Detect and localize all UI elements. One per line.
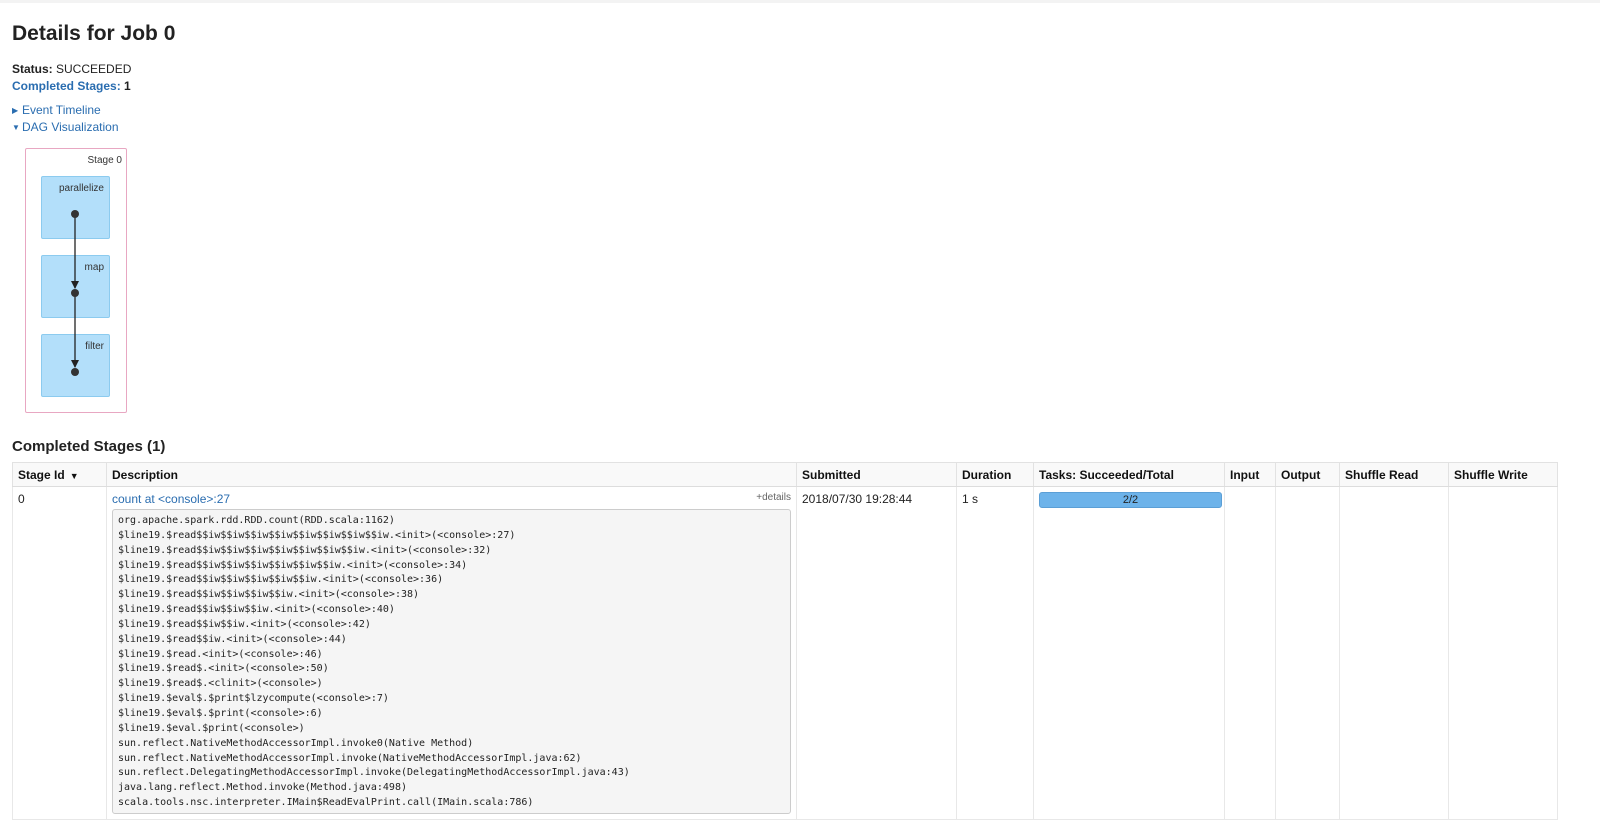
completed-stages-summary: Completed Stages: 1	[12, 79, 131, 93]
details-toggle-link[interactable]: +details	[756, 492, 791, 503]
stack-trace-line: $line19.$eval.$print(<console>)	[118, 722, 305, 734]
col-header-label: Stage Id	[18, 467, 65, 482]
caret-right-icon: ▶	[12, 106, 19, 115]
event-timeline-label: Event Timeline	[22, 103, 101, 117]
dag-point	[71, 210, 79, 218]
dag-visualization-label: DAG Visualization	[22, 120, 119, 134]
completed-stages-link[interactable]: Completed Stages:	[12, 79, 121, 93]
cell-tasks: 2/2	[1033, 486, 1225, 820]
sort-down-icon: ▼	[69, 470, 79, 481]
col-header-shuffle-write[interactable]: Shuffle Write	[1448, 462, 1558, 487]
stack-trace-line: scala.tools.nsc.interpreter.IMain$ReadEv…	[118, 797, 534, 809]
stack-trace-line: $line19.$eval$.$print$lzycompute(<consol…	[118, 693, 389, 705]
job-status: Status: SUCCEEDED	[12, 62, 131, 76]
stack-trace-line: $line19.$read$.<clinit>(<console>)	[118, 678, 323, 690]
stack-trace-box: org.apache.spark.rdd.RDD.count(RDD.scala…	[112, 509, 791, 814]
caret-down-icon: ▼	[12, 123, 20, 132]
cell-duration: 1 s	[956, 486, 1034, 820]
cell-description: count at <console>:27 +details org.apach…	[106, 486, 797, 820]
col-header-shuffle-read[interactable]: Shuffle Read	[1339, 462, 1449, 487]
cell-shuffle-read	[1339, 486, 1449, 820]
tasks-progress-bar: 2/2	[1039, 492, 1222, 508]
col-header-output[interactable]: Output	[1275, 462, 1340, 487]
stack-trace-line: $line19.$read$$iw$$iw$$iw.<init>(<consol…	[118, 604, 395, 616]
col-header-input[interactable]: Input	[1224, 462, 1276, 487]
status-value: SUCCEEDED	[56, 62, 132, 76]
cell-output	[1275, 486, 1340, 820]
dag-edges	[71, 210, 79, 376]
col-header-description[interactable]: Description	[106, 462, 797, 487]
page-title: Details for Job 0	[12, 22, 176, 45]
cell-input	[1224, 486, 1276, 820]
stack-trace-line: $line19.$read$$iw$$iw.<init>(<console>:4…	[118, 618, 371, 630]
stack-trace-line: $line19.$read.<init>(<console>:46)	[118, 648, 323, 660]
status-label: Status:	[12, 62, 53, 76]
stack-trace-line: sun.reflect.DelegatingMethodAccessorImpl…	[118, 767, 630, 779]
stack-trace-line: $line19.$read$$iw$$iw$$iw$$iw$$iw$$iw.<i…	[118, 559, 468, 571]
completed-stages-table: Stage Id ▼ Description Submitted Duration…	[12, 462, 1558, 820]
cell-shuffle-write	[1448, 486, 1558, 820]
event-timeline-toggle[interactable]: ▶ Event Timeline	[12, 103, 101, 117]
col-header-stage-id[interactable]: Stage Id ▼	[12, 462, 107, 487]
completed-stages-table-wrapper: Stage Id ▼ Description Submitted Duration…	[12, 462, 1558, 820]
stack-trace-line: org.apache.spark.rdd.RDD.count(RDD.scala…	[118, 515, 395, 526]
col-header-duration[interactable]: Duration	[956, 462, 1034, 487]
completed-stages-heading: Completed Stages (1)	[12, 438, 166, 455]
stage-description-link[interactable]: count at <console>:27	[112, 492, 230, 506]
table-row: 0 count at <console>:27 +details org.apa…	[12, 486, 1558, 820]
col-header-submitted[interactable]: Submitted	[796, 462, 957, 487]
stack-trace-line: $line19.$read$$iw$$iw$$iw$$iw.<init>(<co…	[118, 589, 420, 601]
dag-point	[71, 368, 79, 376]
stack-trace-line: java.lang.reflect.Method.invoke(Method.j…	[118, 782, 407, 794]
stack-trace-line: sun.reflect.NativeMethodAccessorImpl.inv…	[118, 737, 474, 749]
cell-submitted: 2018/07/30 19:28:44	[796, 486, 957, 820]
completed-stages-count: 1	[124, 79, 131, 93]
stack-trace-line: sun.reflect.NativeMethodAccessorImpl.inv…	[118, 752, 582, 764]
stack-trace-line: $line19.$read$.<init>(<console>:50)	[118, 663, 329, 675]
dag-point	[71, 289, 79, 297]
tasks-progress-label: 2/2	[1122, 494, 1139, 506]
cell-stage-id: 0	[12, 486, 107, 820]
stack-trace-line: $line19.$read$$iw$$iw$$iw$$iw$$iw.<init>…	[118, 574, 444, 586]
top-border	[0, 0, 1600, 3]
stack-trace-line: $line19.$eval$.$print(<console>:6)	[118, 707, 323, 719]
stack-trace-line: $line19.$read$$iw.<init>(<console>:44)	[118, 633, 347, 645]
table-header-row: Stage Id ▼ Description Submitted Duration…	[12, 462, 1558, 487]
stack-trace-line: $line19.$read$$iw$$iw$$iw$$iw$$iw$$iw$$i…	[118, 544, 492, 556]
dag-visualization-toggle[interactable]: ▼ DAG Visualization	[12, 120, 119, 134]
stack-trace-line: $line19.$read$$iw$$iw$$iw$$iw$$iw$$iw$$i…	[118, 529, 516, 541]
col-header-tasks[interactable]: Tasks: Succeeded/Total	[1033, 462, 1225, 487]
